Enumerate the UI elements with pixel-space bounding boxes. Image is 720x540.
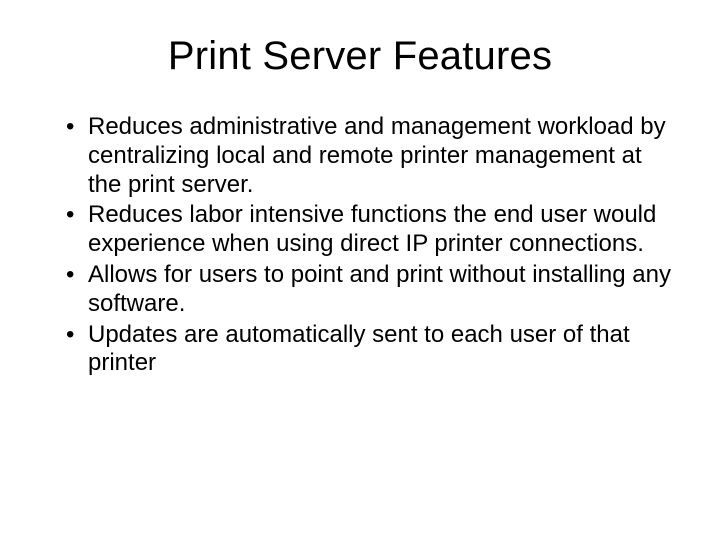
bullet-list: Reduces administrative and management wo… <box>48 113 672 378</box>
list-item: Allows for users to point and print with… <box>66 261 672 319</box>
slide: Print Server Features Reduces administra… <box>0 0 720 540</box>
list-item: Updates are automatically sent to each u… <box>66 321 672 379</box>
list-item: Reduces administrative and management wo… <box>66 113 672 199</box>
list-item: Reduces labor intensive functions the en… <box>66 201 672 259</box>
slide-title: Print Server Features <box>48 34 672 79</box>
